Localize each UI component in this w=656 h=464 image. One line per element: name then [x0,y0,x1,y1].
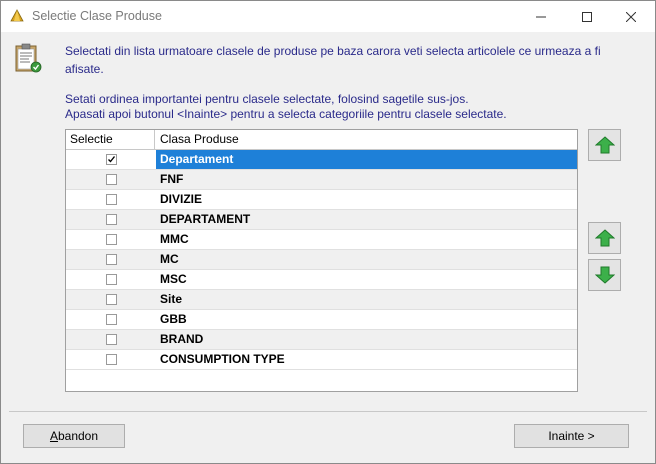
selection-cell [66,170,156,189]
class-name-cell[interactable]: Departament [156,150,577,169]
class-name-cell[interactable]: Site [156,290,577,309]
close-icon [626,11,636,22]
row-checkbox[interactable] [106,154,117,165]
arrow-up-icon [594,229,615,247]
class-name-cell[interactable]: GBB [156,310,577,329]
class-name-cell[interactable]: DEPARTAMENT [156,210,577,229]
intro-line-1: Selectati din lista urmatoare clasele de… [65,44,601,58]
grid-header: Selectie Clasa Produse [66,130,577,150]
close-button[interactable] [608,1,654,32]
minimize-icon [536,16,546,17]
product-class-grid[interactable]: Selectie Clasa Produse Departament FNF DIV… [65,129,578,392]
table-row[interactable]: MC [66,250,577,270]
row-checkbox[interactable] [106,334,117,345]
table-row[interactable]: DEPARTAMENT [66,210,577,230]
app-icon [10,9,24,23]
maximize-icon [582,11,592,22]
class-name-cell[interactable]: MSC [156,270,577,289]
class-name-cell[interactable]: DIVIZIE [156,190,577,209]
selection-cell [66,190,156,209]
column-header-clasa-produse[interactable]: Clasa Produse [155,130,577,149]
table-row[interactable]: FNF [66,170,577,190]
clipboard-icon [14,43,42,73]
row-checkbox[interactable] [106,194,117,205]
class-name-cell[interactable]: FNF [156,170,577,189]
move-to-top-button[interactable] [588,129,621,161]
abandon-button[interactable]: Abandon [23,424,125,448]
move-down-button[interactable] [588,259,621,291]
class-name-cell[interactable]: BRAND [156,330,577,349]
table-row[interactable]: Site [66,290,577,310]
arrow-down-icon [594,266,615,284]
row-checkbox[interactable] [106,294,117,305]
selection-cell [66,270,156,289]
abandon-label: Abandon [49,429,99,443]
row-checkbox[interactable] [106,174,117,185]
table-row[interactable]: MMC [66,230,577,250]
selection-cell [66,290,156,309]
row-checkbox[interactable] [106,214,117,225]
title-bar: Selectie Clase Produse [1,1,655,32]
minimize-button[interactable] [518,1,564,32]
row-checkbox[interactable] [106,274,117,285]
selection-cell [66,150,156,169]
intro-line-4: Apasati apoi butonul <Inainte> pentru a … [65,107,507,121]
selection-cell [66,310,156,329]
window-title: Selectie Clase Produse [32,9,162,23]
table-row[interactable]: Departament [66,150,577,170]
row-checkbox[interactable] [106,314,117,325]
selection-cell [66,350,156,369]
table-row[interactable]: BRAND [66,330,577,350]
class-name-cell[interactable]: MC [156,250,577,269]
dialog-window: Selectie Clase Produse Selectati din lis… [0,0,656,464]
maximize-button[interactable] [564,1,610,32]
class-name-cell[interactable]: MMC [156,230,577,249]
table-row[interactable]: DIVIZIE [66,190,577,210]
table-row[interactable]: CONSUMPTION TYPE [66,350,577,370]
arrow-up-icon [594,136,615,154]
table-row[interactable]: GBB [66,310,577,330]
table-row[interactable]: MSC [66,270,577,290]
next-button[interactable]: Inainte > [514,424,629,448]
selection-cell [66,210,156,229]
footer-divider [9,411,647,412]
class-name-cell[interactable]: CONSUMPTION TYPE [156,350,577,369]
intro-line-2: afisate. [65,62,104,76]
intro-line-3: Setati ordinea importantei pentru clasel… [65,92,469,106]
column-header-selectie[interactable]: Selectie [66,130,155,149]
selection-cell [66,230,156,249]
row-checkbox[interactable] [106,234,117,245]
row-checkbox[interactable] [106,354,117,365]
selection-cell [66,330,156,349]
move-up-button[interactable] [588,222,621,254]
row-checkbox[interactable] [106,254,117,265]
selection-cell [66,250,156,269]
